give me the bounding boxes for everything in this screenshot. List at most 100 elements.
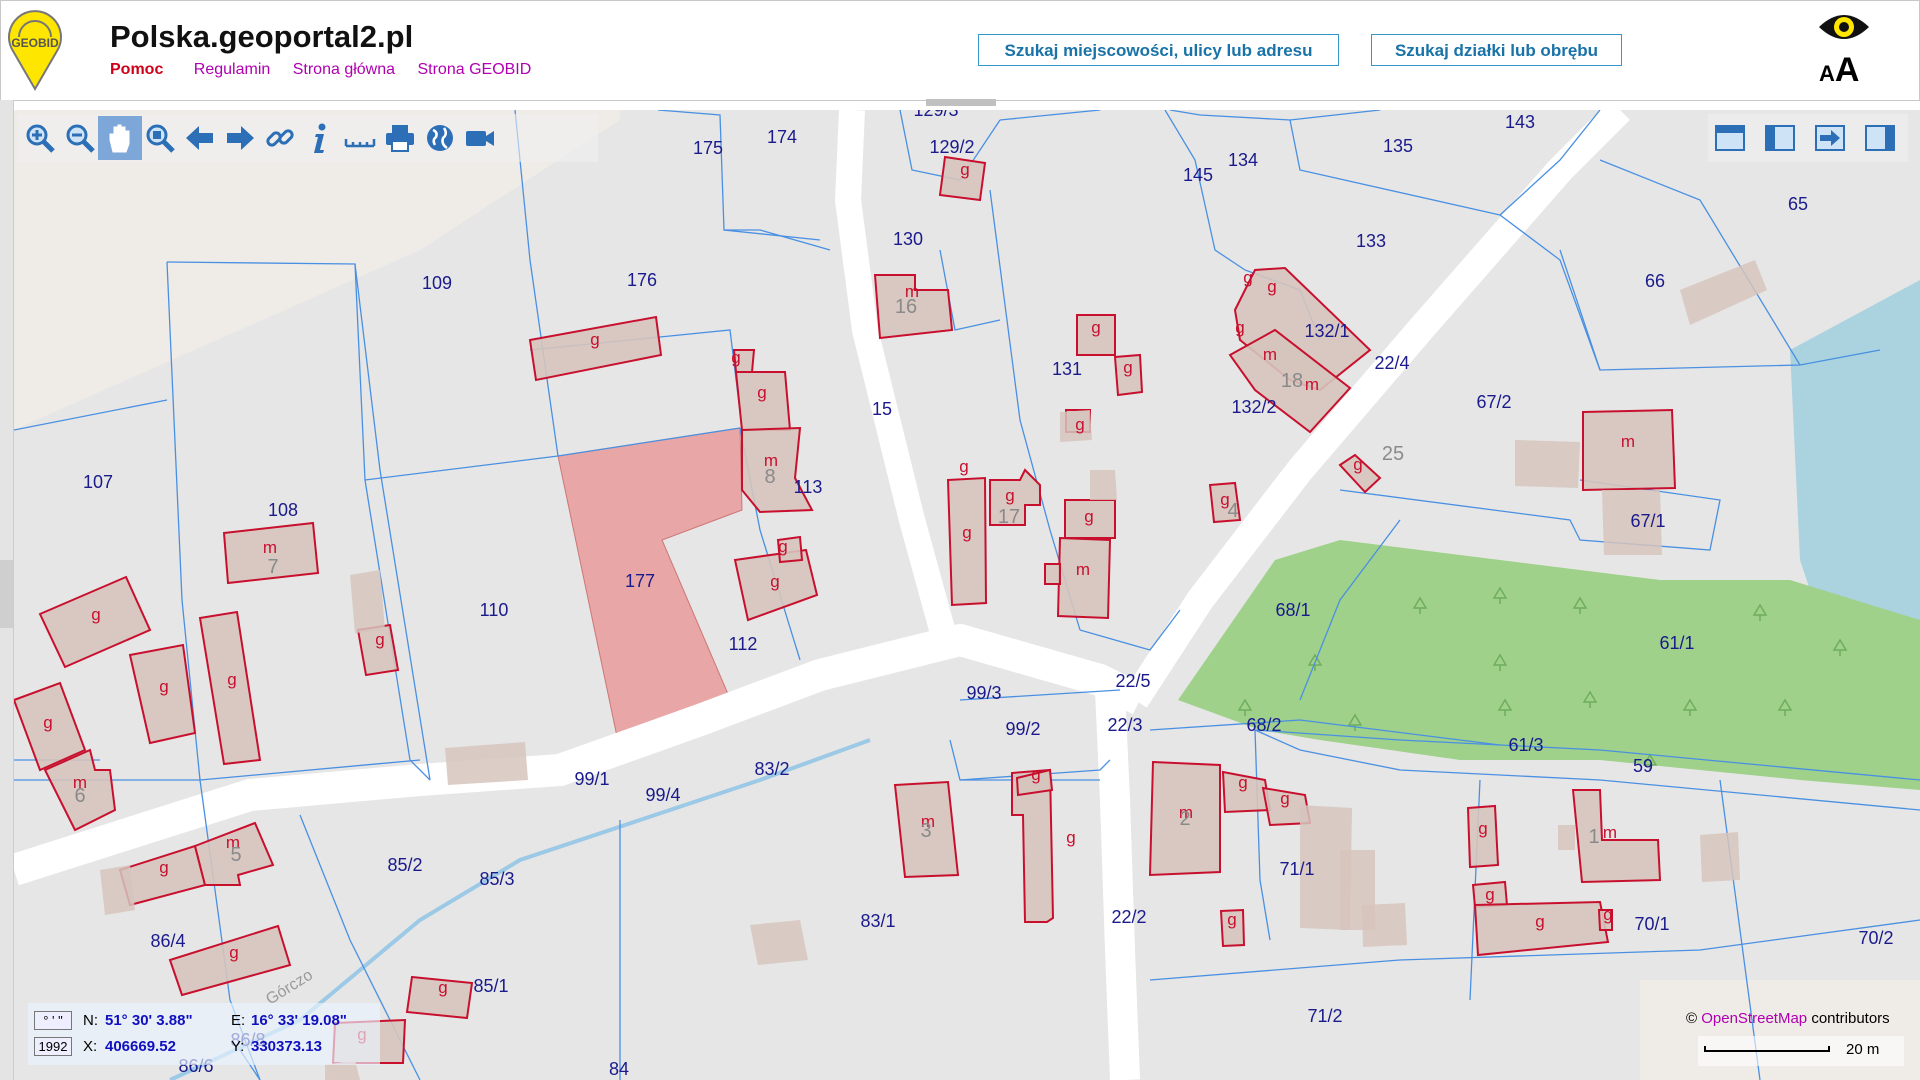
svg-text:m: m xyxy=(1076,560,1090,579)
export-button[interactable] xyxy=(1808,116,1852,160)
nav-terms-link[interactable]: Regulamin xyxy=(194,61,270,78)
zoom-in-icon xyxy=(26,124,55,153)
house-number-6: 6 xyxy=(74,785,85,807)
parcel-label-134: 134 xyxy=(1228,150,1258,170)
parcel-label-99-3: 99/3 xyxy=(966,683,1001,703)
layout-left-icon xyxy=(1765,125,1795,151)
link-button[interactable] xyxy=(258,116,302,160)
svg-text:g: g xyxy=(229,943,238,962)
parcel-label-68-2: 68/2 xyxy=(1246,715,1281,735)
nav-home-link[interactable]: Strona główna xyxy=(293,61,395,78)
svg-text:g: g xyxy=(1353,455,1362,474)
n-value: 51° 30' 3.88" xyxy=(105,1012,193,1029)
parcel-label-83-1: 83/1 xyxy=(860,911,895,931)
svg-text:g: g xyxy=(1084,507,1093,526)
scale-line xyxy=(1704,1046,1830,1052)
attribution-prefix: © xyxy=(1686,1010,1698,1027)
search-address-button[interactable]: Szukaj miejscowości, ulicy lub adresu xyxy=(978,34,1339,66)
parcel-label-68-1: 68/1 xyxy=(1275,600,1310,620)
parcel-label-132-2: 132/2 xyxy=(1231,397,1276,417)
layout-toolbar xyxy=(1708,114,1908,162)
svg-text:g: g xyxy=(962,523,971,542)
svg-text:g: g xyxy=(770,572,779,591)
parcel-label-99-2: 99/2 xyxy=(1005,719,1040,739)
format-1992-toggle[interactable]: 1992 xyxy=(34,1037,72,1056)
header: GEOBID Polska.geoportal2.pl Pomoc Regula… xyxy=(0,0,1920,101)
measure-button[interactable] xyxy=(338,116,382,160)
parcel-label-59: 59 xyxy=(1633,756,1653,776)
house-number-25: 25 xyxy=(1382,443,1404,465)
measure-icon xyxy=(344,139,376,148)
search-parcel-button[interactable]: Szukaj działki lub obrębu xyxy=(1371,34,1622,66)
svg-text:g: g xyxy=(1280,789,1289,808)
scale-bar: 20 m xyxy=(1698,1036,1904,1066)
logo-text: GEOBID xyxy=(11,36,59,50)
svg-text:g: g xyxy=(1478,819,1487,838)
svg-text:m: m xyxy=(263,538,277,557)
format-dms-toggle[interactable]: ° ' " xyxy=(34,1011,72,1030)
geobid-logo[interactable]: GEOBID xyxy=(7,7,63,91)
parcel-label-67-1: 67/1 xyxy=(1630,511,1665,531)
info-icon xyxy=(314,123,326,153)
left-side-panel-edge xyxy=(0,100,14,1080)
eye-icon[interactable] xyxy=(1816,9,1872,45)
parcel-label-112: 112 xyxy=(729,634,758,654)
header-resize-handle[interactable] xyxy=(926,99,996,106)
forward-button[interactable] xyxy=(218,116,262,160)
globe-button[interactable] xyxy=(418,116,462,160)
link-icon xyxy=(266,129,294,147)
globe-icon xyxy=(427,125,453,151)
map-attribution: © OpenStreetMap contributors xyxy=(1686,1010,1890,1027)
parcel-label-107: 107 xyxy=(83,472,113,492)
cadastral-map[interactable]: gmg ggg ggm mgg mgg ggg gmg ggm mgg ggg … xyxy=(14,110,1920,1080)
map-viewport[interactable]: gmg ggg ggm mgg mgg ggg gmg ggm mgg ggg … xyxy=(14,110,1920,1080)
back-button[interactable] xyxy=(178,116,222,160)
svg-text:g: g xyxy=(43,713,52,732)
svg-text:m: m xyxy=(1603,823,1617,842)
parcel-label-99-1: 99/1 xyxy=(574,769,609,789)
svg-text:g: g xyxy=(1005,486,1014,505)
print-button[interactable] xyxy=(378,116,422,160)
svg-text:g: g xyxy=(1066,828,1075,847)
svg-text:g: g xyxy=(1243,268,1252,287)
left-panel-grip[interactable] xyxy=(0,560,13,628)
video-icon xyxy=(466,131,494,146)
font-size-toggle[interactable]: AA xyxy=(1819,51,1859,90)
zoom-out-button[interactable] xyxy=(58,116,102,160)
parcel-label-85-3: 85/3 xyxy=(479,869,514,889)
parcel-label-177: 177 xyxy=(625,571,655,591)
video-button[interactable] xyxy=(458,116,502,160)
layout-top-button[interactable] xyxy=(1708,116,1752,160)
house-number-7: 7 xyxy=(267,556,278,578)
svg-text:g: g xyxy=(1603,905,1612,924)
svg-text:g: g xyxy=(1238,773,1247,792)
top-nav: Pomoc Regulamin Strona główna Strona GEO… xyxy=(110,61,549,79)
nav-help-link[interactable]: Pomoc xyxy=(110,61,163,78)
svg-text:g: g xyxy=(1485,885,1494,904)
zoom-box-button[interactable] xyxy=(138,116,182,160)
house-number-2: 2 xyxy=(1179,808,1190,830)
nav-geobid-link[interactable]: Strona GEOBID xyxy=(417,61,531,78)
svg-text:g: g xyxy=(1075,415,1084,434)
print-icon xyxy=(386,125,414,152)
osm-link[interactable]: OpenStreetMap xyxy=(1701,1010,1807,1027)
pan-button[interactable] xyxy=(98,116,142,160)
parcel-label-131: 131 xyxy=(1052,359,1082,379)
parcel-label-132-1: 132/1 xyxy=(1304,321,1349,341)
layout-left-button[interactable] xyxy=(1758,116,1802,160)
zoom-box-icon xyxy=(146,124,175,153)
panel-right-button[interactable] xyxy=(1858,116,1902,160)
house-number-17: 17 xyxy=(998,506,1020,528)
house-number-5: 5 xyxy=(230,844,241,866)
svg-text:g: g xyxy=(438,978,447,997)
parcel-label-85-1: 85/1 xyxy=(473,976,508,996)
info-button[interactable] xyxy=(298,116,342,160)
n-label: N: xyxy=(83,1012,98,1029)
parcel-label-15: 15 xyxy=(872,399,892,419)
parcel-label-66: 66 xyxy=(1645,271,1665,291)
svg-text:g: g xyxy=(1227,910,1236,929)
svg-text:g: g xyxy=(227,670,236,689)
y-value: 330373.13 xyxy=(251,1038,322,1055)
zoom-in-button[interactable] xyxy=(18,116,62,160)
parcel-label-175: 175 xyxy=(693,138,723,158)
